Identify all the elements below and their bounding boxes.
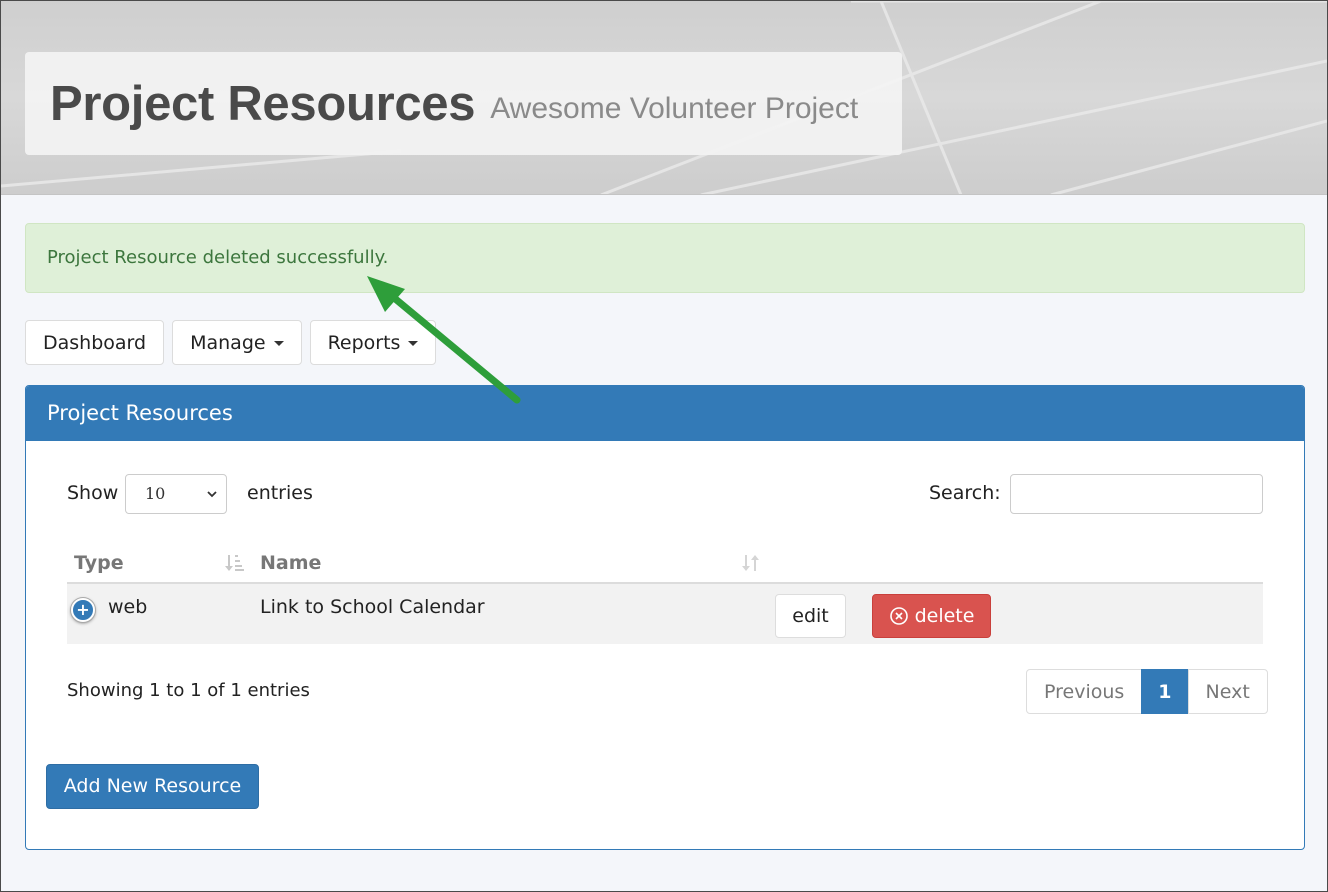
caret-down-icon	[408, 341, 419, 346]
search-label: Search:	[929, 482, 1001, 504]
page-length-value: 10	[145, 484, 166, 503]
caret-down-icon	[273, 341, 284, 346]
resources-panel: Project Resources Show 10 entries Search…	[25, 385, 1305, 850]
table-row	[67, 584, 1263, 644]
pagination: Previous 1 Next	[1026, 669, 1268, 714]
manage-dropdown[interactable]: Manage	[172, 320, 302, 365]
search-input[interactable]	[1010, 474, 1263, 514]
delete-button-label: delete	[914, 605, 975, 627]
title-box: Project Resources Awesome Volunteer Proj…	[25, 52, 902, 155]
entries-label: entries	[247, 482, 313, 504]
plus-circle-icon[interactable]: +	[71, 598, 95, 622]
page-length-select[interactable]: 10	[125, 474, 227, 514]
success-alert: Project Resource deleted successfully.	[25, 223, 1305, 293]
reports-dropdown[interactable]: Reports	[309, 320, 437, 365]
next-page-button[interactable]: Next	[1187, 669, 1268, 714]
dashboard-button-label: Dashboard	[43, 331, 147, 354]
page-title: Project Resources	[50, 76, 476, 131]
page-header-banner: Project Resources Awesome Volunteer Proj…	[1, 1, 1327, 195]
row-type: web	[108, 596, 148, 618]
show-label: Show	[67, 482, 119, 504]
sort-icon[interactable]	[740, 553, 762, 573]
nav-bar: Dashboard Manage Reports	[25, 320, 437, 365]
add-new-resource-button[interactable]: Add New Resource	[46, 764, 259, 809]
delete-button[interactable]: delete	[872, 594, 991, 638]
table-info: Showing 1 to 1 of 1 entries	[67, 680, 310, 701]
dashboard-button[interactable]: Dashboard	[25, 320, 165, 365]
page-1-button[interactable]: 1	[1141, 669, 1189, 714]
chevron-down-icon	[207, 491, 217, 498]
column-header-type[interactable]: Type	[74, 552, 124, 574]
column-header-name[interactable]: Name	[260, 552, 321, 574]
times-circle-icon	[889, 607, 908, 625]
manage-dropdown-label: Manage	[190, 331, 266, 354]
sort-icon[interactable]	[224, 553, 246, 573]
row-name: Link to School Calendar	[260, 596, 485, 618]
project-name: Awesome Volunteer Project	[490, 91, 859, 125]
reports-dropdown-label: Reports	[327, 331, 401, 354]
panel-title: Project Resources	[26, 386, 1304, 441]
edit-button[interactable]: edit	[775, 594, 846, 638]
previous-page-button[interactable]: Previous	[1026, 669, 1143, 714]
